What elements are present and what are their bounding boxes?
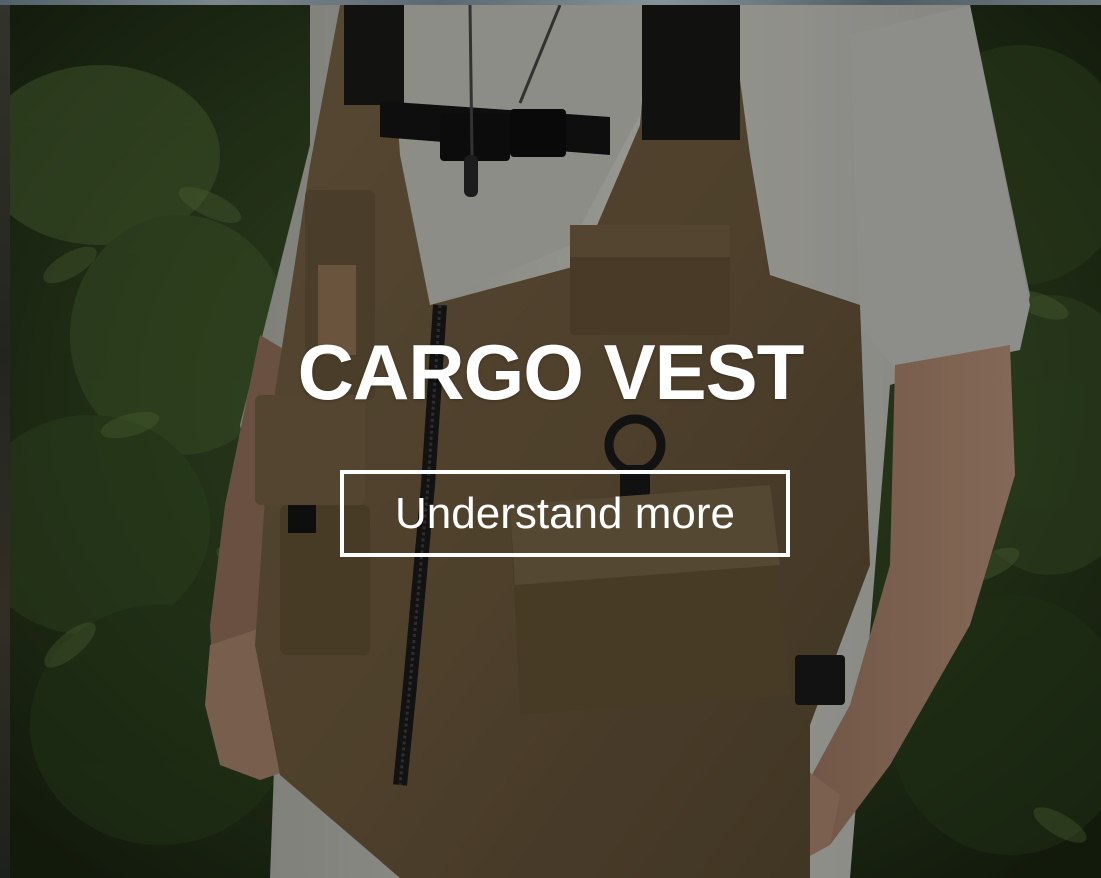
hero-banner: CARGO VEST Understand more [0,0,1101,878]
left-image-edge [0,5,10,878]
understand-more-button[interactable]: Understand more [340,470,790,557]
hero-photo [10,5,1101,878]
hero-title: CARGO VEST [297,328,805,416]
